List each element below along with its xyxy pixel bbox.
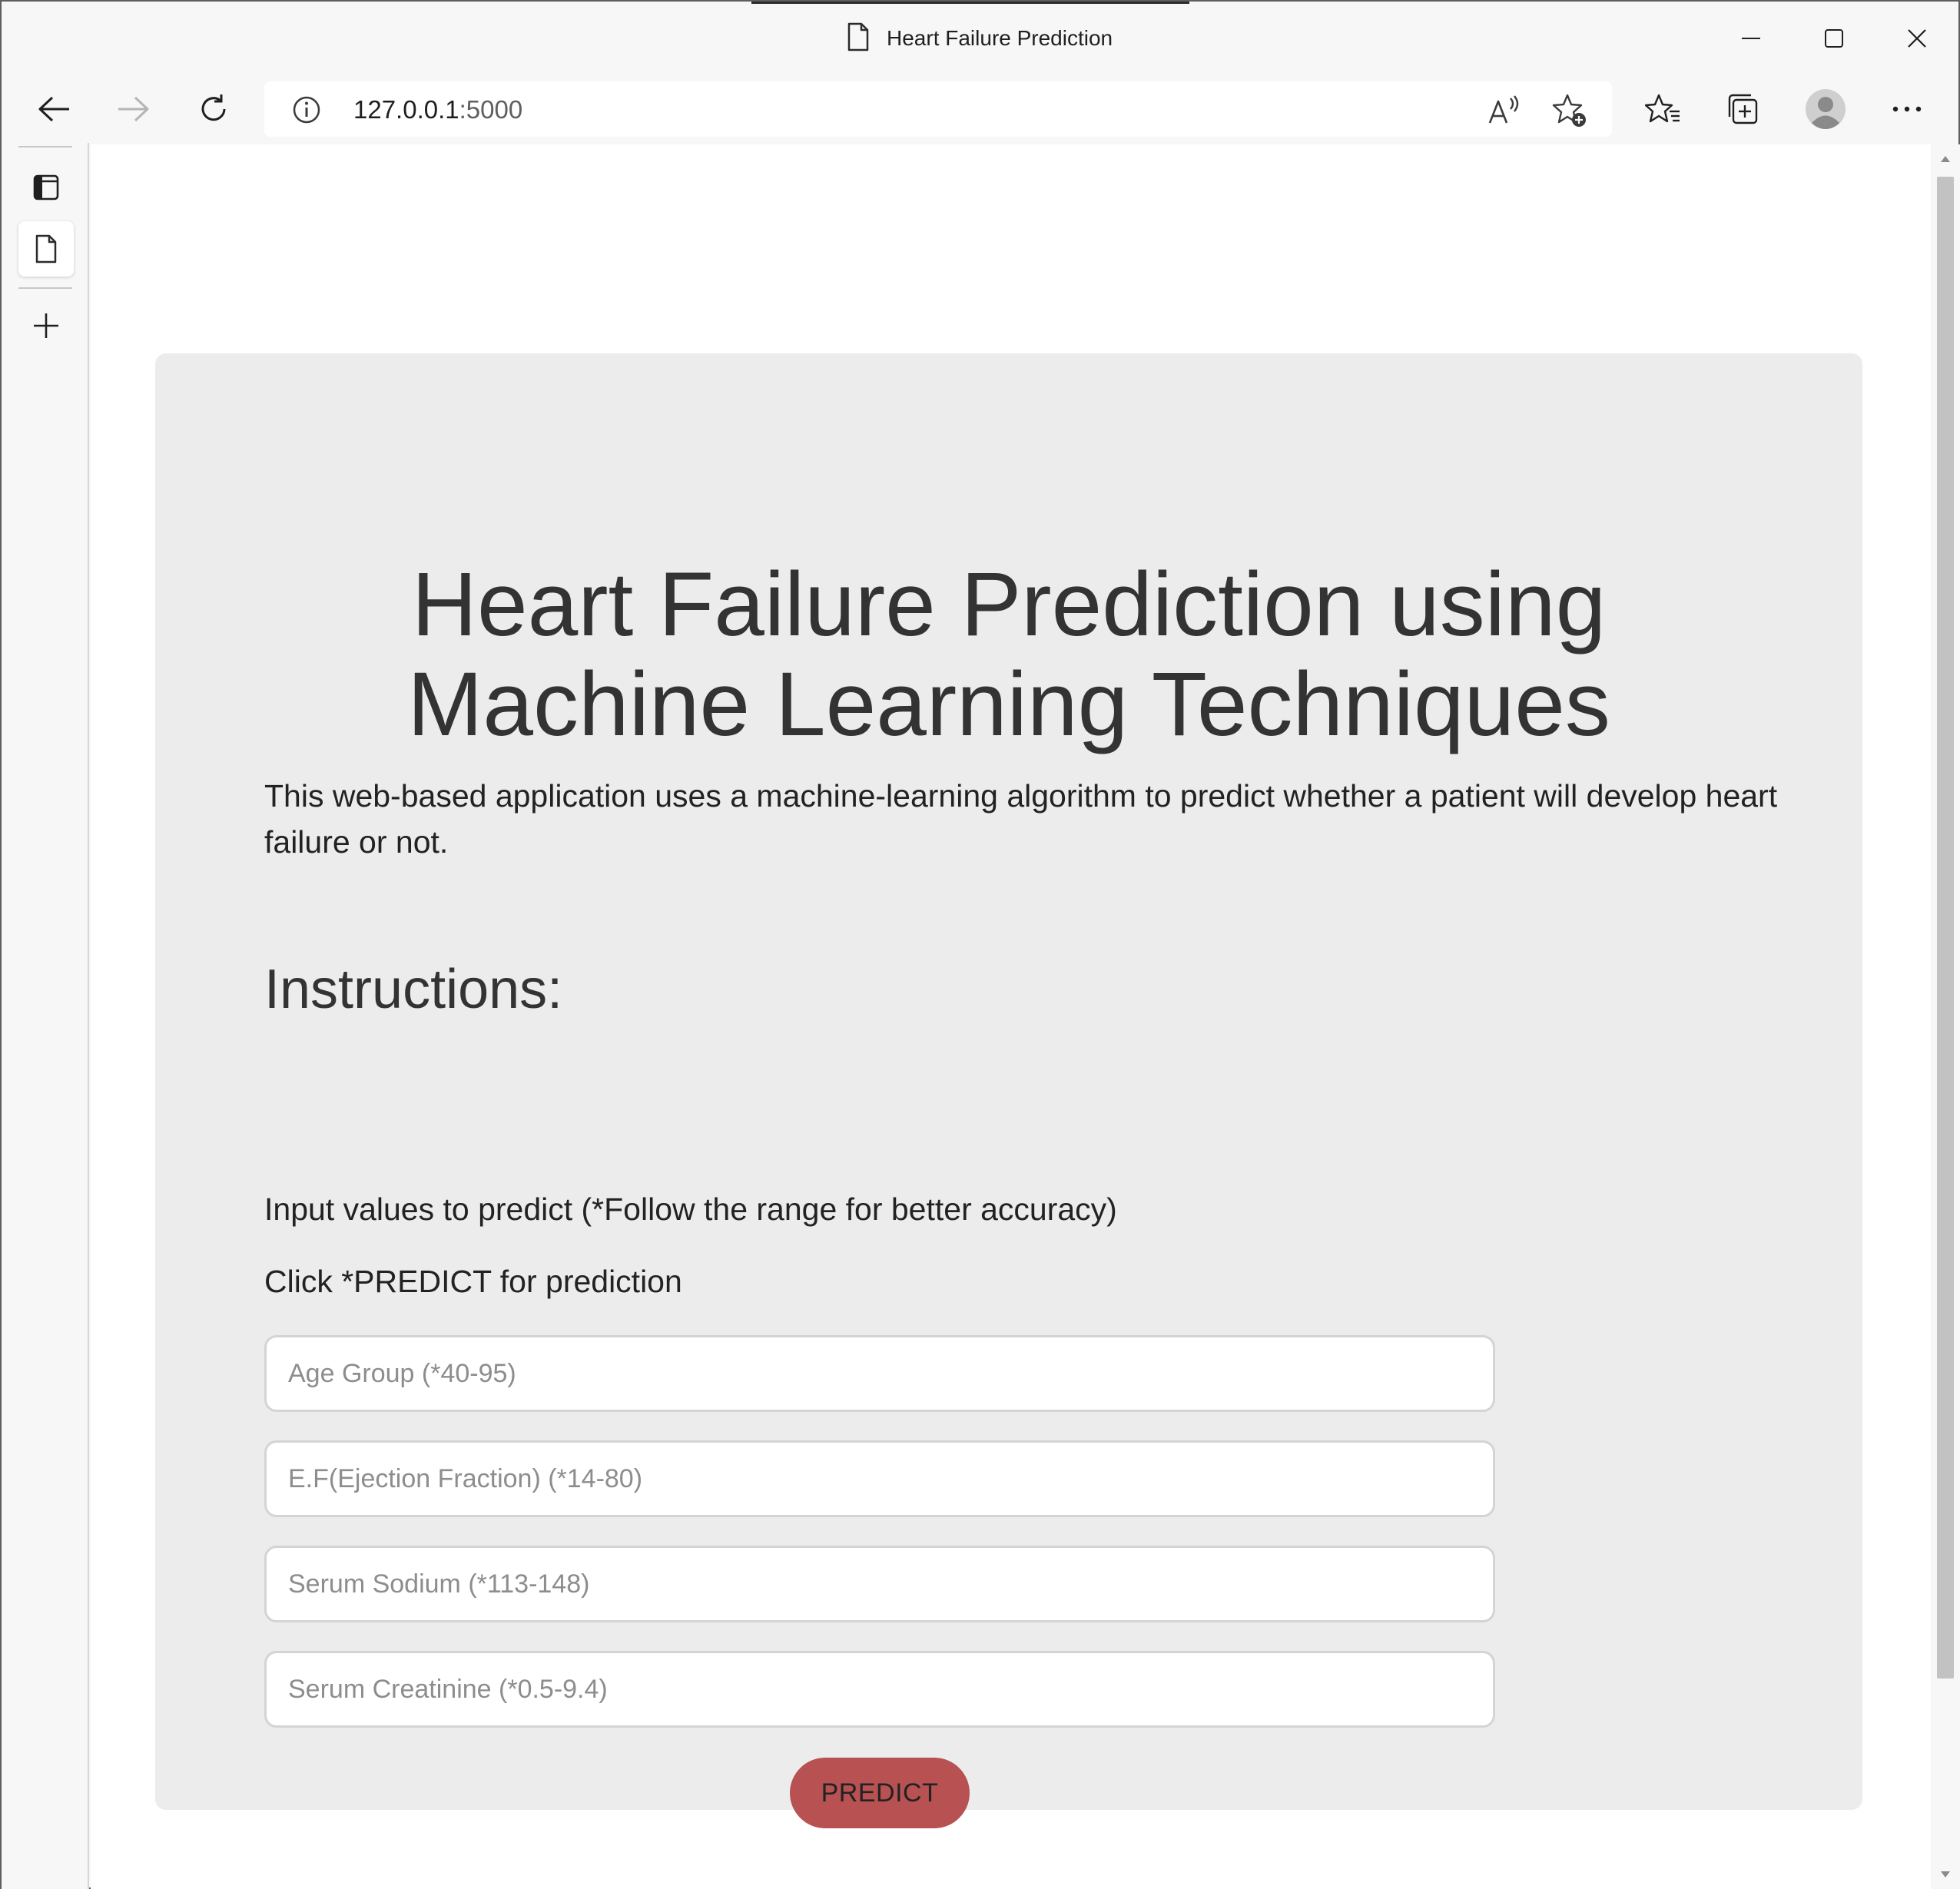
page-icon xyxy=(35,234,57,263)
title-bar: Heart Failure Prediction xyxy=(2,2,1958,75)
tab-actions-icon xyxy=(33,174,59,200)
read-aloud-button[interactable] xyxy=(1486,92,1523,129)
close-button[interactable] xyxy=(1882,14,1952,63)
url-host: 127.0.0.1 xyxy=(353,95,459,124)
back-button[interactable] xyxy=(28,83,80,135)
back-arrow-icon xyxy=(38,96,69,122)
tab-actions-button[interactable] xyxy=(18,160,74,215)
browser-window: Heart Failure Prediction 127.0.0.1:5000 … xyxy=(0,0,1960,1889)
browser-toolbar: 127.0.0.1:5000 xyxy=(2,75,1958,143)
vertical-tab-strip xyxy=(2,143,89,1889)
add-favorite-icon xyxy=(1552,94,1586,127)
profile-avatar-icon xyxy=(1806,89,1846,129)
favorites-icon xyxy=(1645,94,1680,123)
instruction-input-values: Input values to predict (*Follow the ran… xyxy=(264,1191,1117,1227)
page-title: Heart Failure Prediction using Machine L… xyxy=(155,555,1862,754)
age-group-input[interactable] xyxy=(264,1335,1495,1412)
url-port: :5000 xyxy=(459,95,523,124)
serum-creatinine-input[interactable] xyxy=(264,1651,1495,1728)
ejection-fraction-input[interactable] xyxy=(264,1440,1495,1517)
refresh-icon xyxy=(201,94,226,121)
title-bar-accent xyxy=(751,2,1189,4)
scroll-thumb[interactable] xyxy=(1937,177,1954,1679)
page-title-line-1: Heart Failure Prediction using xyxy=(411,554,1607,655)
window-title: Heart Failure Prediction xyxy=(887,26,1113,50)
page-title-line-2: Machine Learning Techniques xyxy=(407,654,1610,755)
page-scrollbar[interactable] xyxy=(1931,144,1960,1889)
tab-heart-failure-prediction[interactable] xyxy=(18,221,74,277)
profile-button[interactable] xyxy=(1799,83,1852,135)
instruction-click-predict: Click *PREDICT for prediction xyxy=(264,1264,682,1299)
tabstrip-divider xyxy=(18,287,72,289)
collections-icon xyxy=(1728,94,1758,124)
instructions-heading: Instructions: xyxy=(264,959,563,1020)
app-description: This web-based application uses a machin… xyxy=(264,778,1778,860)
add-favorite-button[interactable] xyxy=(1551,92,1588,129)
forward-arrow-icon xyxy=(118,96,149,122)
page-icon xyxy=(847,22,870,55)
minimize-icon xyxy=(1742,38,1760,39)
address-bar[interactable]: 127.0.0.1:5000 xyxy=(264,81,1612,137)
new-tab-button[interactable] xyxy=(18,298,74,353)
scroll-up-icon[interactable] xyxy=(1940,154,1951,164)
plus-icon xyxy=(34,313,58,338)
minimize-button[interactable] xyxy=(1716,14,1786,63)
refresh-button[interactable] xyxy=(187,83,240,135)
maximize-button[interactable] xyxy=(1799,14,1869,63)
main-card: Heart Failure Prediction using Machine L… xyxy=(155,353,1862,1828)
window-title-group: Heart Failure Prediction xyxy=(847,20,1113,57)
more-options-icon xyxy=(1892,106,1922,112)
maximize-icon xyxy=(1825,29,1843,48)
serum-sodium-input[interactable] xyxy=(264,1546,1495,1622)
favorites-button[interactable] xyxy=(1637,83,1689,135)
tabstrip-divider-top xyxy=(18,146,72,147)
info-icon[interactable] xyxy=(292,95,321,124)
page-viewport: Heart Failure Prediction using Machine L… xyxy=(91,144,1931,1889)
read-aloud-icon xyxy=(1488,95,1519,124)
url-text[interactable]: 127.0.0.1:5000 xyxy=(353,95,522,124)
collections-button[interactable] xyxy=(1716,83,1769,135)
more-options-button[interactable] xyxy=(1881,83,1933,135)
predict-button[interactable]: PREDICT xyxy=(790,1758,970,1828)
close-icon xyxy=(1908,29,1926,48)
scroll-down-icon[interactable] xyxy=(1940,1869,1951,1880)
forward-button[interactable] xyxy=(108,83,160,135)
